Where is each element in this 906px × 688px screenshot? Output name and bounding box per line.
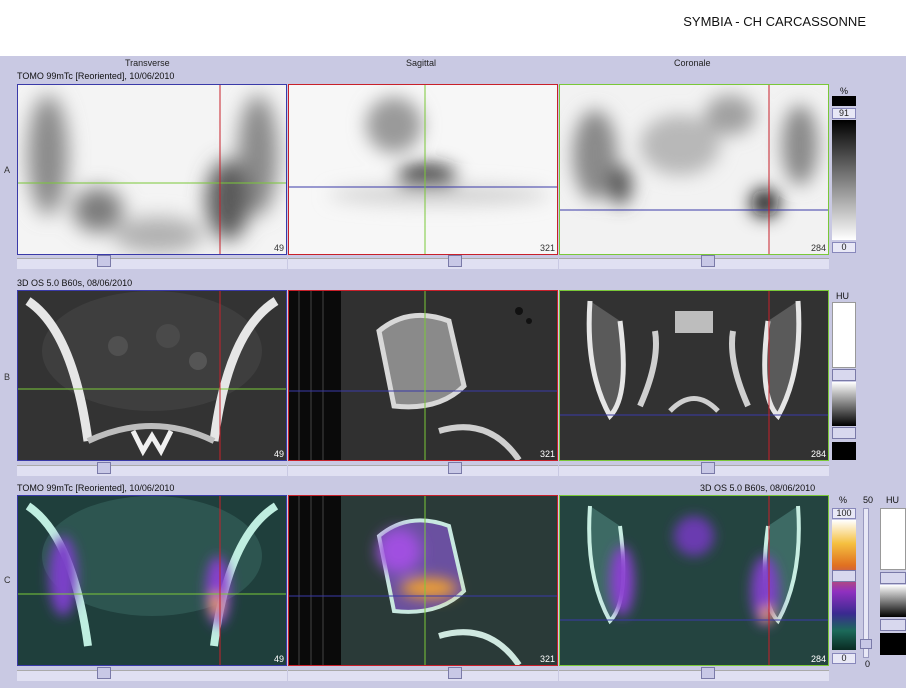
slider-thumb[interactable] bbox=[701, 255, 715, 267]
ct-window-upper-handle[interactable] bbox=[832, 369, 856, 381]
colorbar-ct-fusion bbox=[880, 585, 906, 617]
scale-fusion-bottom2: 0 bbox=[865, 659, 871, 669]
slice-number: 321 bbox=[539, 449, 555, 459]
slice-slider-sagittal-a[interactable] bbox=[288, 255, 558, 269]
slice-slider-sagittal-c[interactable] bbox=[288, 667, 558, 681]
colorbar-pet bbox=[832, 520, 856, 650]
scale-unit-ct: HU bbox=[836, 291, 849, 301]
slider-thumb[interactable] bbox=[448, 667, 462, 679]
colorbar-grayscale bbox=[832, 120, 856, 240]
row-letter-a: A bbox=[4, 165, 11, 175]
scale-black-cap bbox=[832, 96, 856, 106]
column-title-transverse: Transverse bbox=[125, 58, 170, 68]
scale-max-nm[interactable]: 91 bbox=[832, 108, 856, 119]
ct-window-white bbox=[832, 302, 856, 368]
viewport-ct-sagittal[interactable]: 321 bbox=[288, 290, 558, 461]
ct-fusion-upper-handle[interactable] bbox=[880, 572, 906, 584]
row-letter-c: C bbox=[4, 575, 11, 585]
slider-thumb[interactable] bbox=[97, 667, 111, 679]
slider-thumb[interactable] bbox=[97, 255, 111, 267]
series-label-row-c-right: 3D OS 5.0 B60s, 08/06/2010 bbox=[700, 483, 816, 493]
series-label-row-c: TOMO 99mTc [Reoriented], 10/06/2010 bbox=[17, 483, 175, 493]
slider-thumb[interactable] bbox=[701, 667, 715, 679]
slice-number: 284 bbox=[810, 654, 826, 664]
slider-thumb[interactable] bbox=[860, 639, 872, 649]
viewport-ct-coronal[interactable]: 284 bbox=[559, 290, 829, 461]
row-letter-b: B bbox=[4, 372, 11, 382]
ct-window-lower-handle[interactable] bbox=[832, 427, 856, 439]
ct-fusion-lower-handle[interactable] bbox=[880, 619, 906, 631]
colorbar-ct bbox=[832, 382, 856, 426]
slice-number: 49 bbox=[273, 449, 284, 459]
viewport-nm-transverse[interactable]: 49 bbox=[17, 84, 287, 255]
viewport-fusion-transverse[interactable]: 49 bbox=[17, 495, 287, 666]
slice-slider-coronal-b[interactable] bbox=[559, 462, 829, 476]
column-title-coronal: Coronale bbox=[674, 58, 711, 68]
viewport-fusion-coronal[interactable]: 284 bbox=[559, 495, 829, 666]
scale-unit-fusion-hu: HU bbox=[886, 495, 899, 505]
viewport-nm-coronal[interactable]: 284 bbox=[559, 84, 829, 255]
slider-thumb[interactable] bbox=[448, 462, 462, 474]
viewport-nm-sagittal[interactable]: 321 bbox=[288, 84, 558, 255]
scale-min-fusion[interactable]: 0 bbox=[832, 653, 856, 664]
ct-window-black bbox=[832, 442, 856, 460]
slice-number: 49 bbox=[273, 654, 284, 664]
slice-slider-sagittal-b[interactable] bbox=[288, 462, 558, 476]
slice-slider-transverse-b[interactable] bbox=[17, 462, 287, 476]
header-bar: SYMBIA - CH CARCASSONNE bbox=[0, 0, 906, 56]
slice-number: 284 bbox=[810, 449, 826, 459]
column-title-sagittal: Sagittal bbox=[406, 58, 437, 68]
slice-number: 321 bbox=[539, 654, 555, 664]
slice-number: 49 bbox=[273, 243, 284, 253]
slice-slider-transverse-c[interactable] bbox=[17, 667, 287, 681]
ct-fusion-window-white bbox=[880, 508, 906, 570]
slice-number: 284 bbox=[810, 243, 826, 253]
viewport-fusion-sagittal[interactable]: 321 bbox=[288, 495, 558, 666]
scale-min-nm[interactable]: 0 bbox=[832, 242, 856, 253]
viewport-ct-transverse[interactable]: 49 bbox=[17, 290, 287, 461]
scale-max-fusion[interactable]: 100 bbox=[832, 508, 856, 519]
slice-slider-coronal-a[interactable] bbox=[559, 255, 829, 269]
series-label-row-a: TOMO 99mTc [Reoriented], 10/06/2010 bbox=[17, 71, 175, 81]
app-title: SYMBIA - CH CARCASSONNE bbox=[683, 14, 866, 29]
slice-slider-coronal-c[interactable] bbox=[559, 667, 829, 681]
scale-fusion-extra: 50 bbox=[863, 495, 874, 505]
fusion-blend-slider[interactable] bbox=[860, 508, 872, 658]
scale-unit-fusion: % bbox=[839, 495, 848, 505]
pet-window-handle[interactable] bbox=[832, 570, 856, 582]
slider-thumb[interactable] bbox=[97, 462, 111, 474]
slider-thumb[interactable] bbox=[701, 462, 715, 474]
ct-fusion-window-black bbox=[880, 633, 906, 655]
series-label-row-b: 3D OS 5.0 B60s, 08/06/2010 bbox=[17, 278, 133, 288]
scale-unit-nm: % bbox=[840, 86, 849, 96]
slice-number: 321 bbox=[539, 243, 555, 253]
slider-thumb[interactable] bbox=[448, 255, 462, 267]
slice-slider-transverse-a[interactable] bbox=[17, 255, 287, 269]
